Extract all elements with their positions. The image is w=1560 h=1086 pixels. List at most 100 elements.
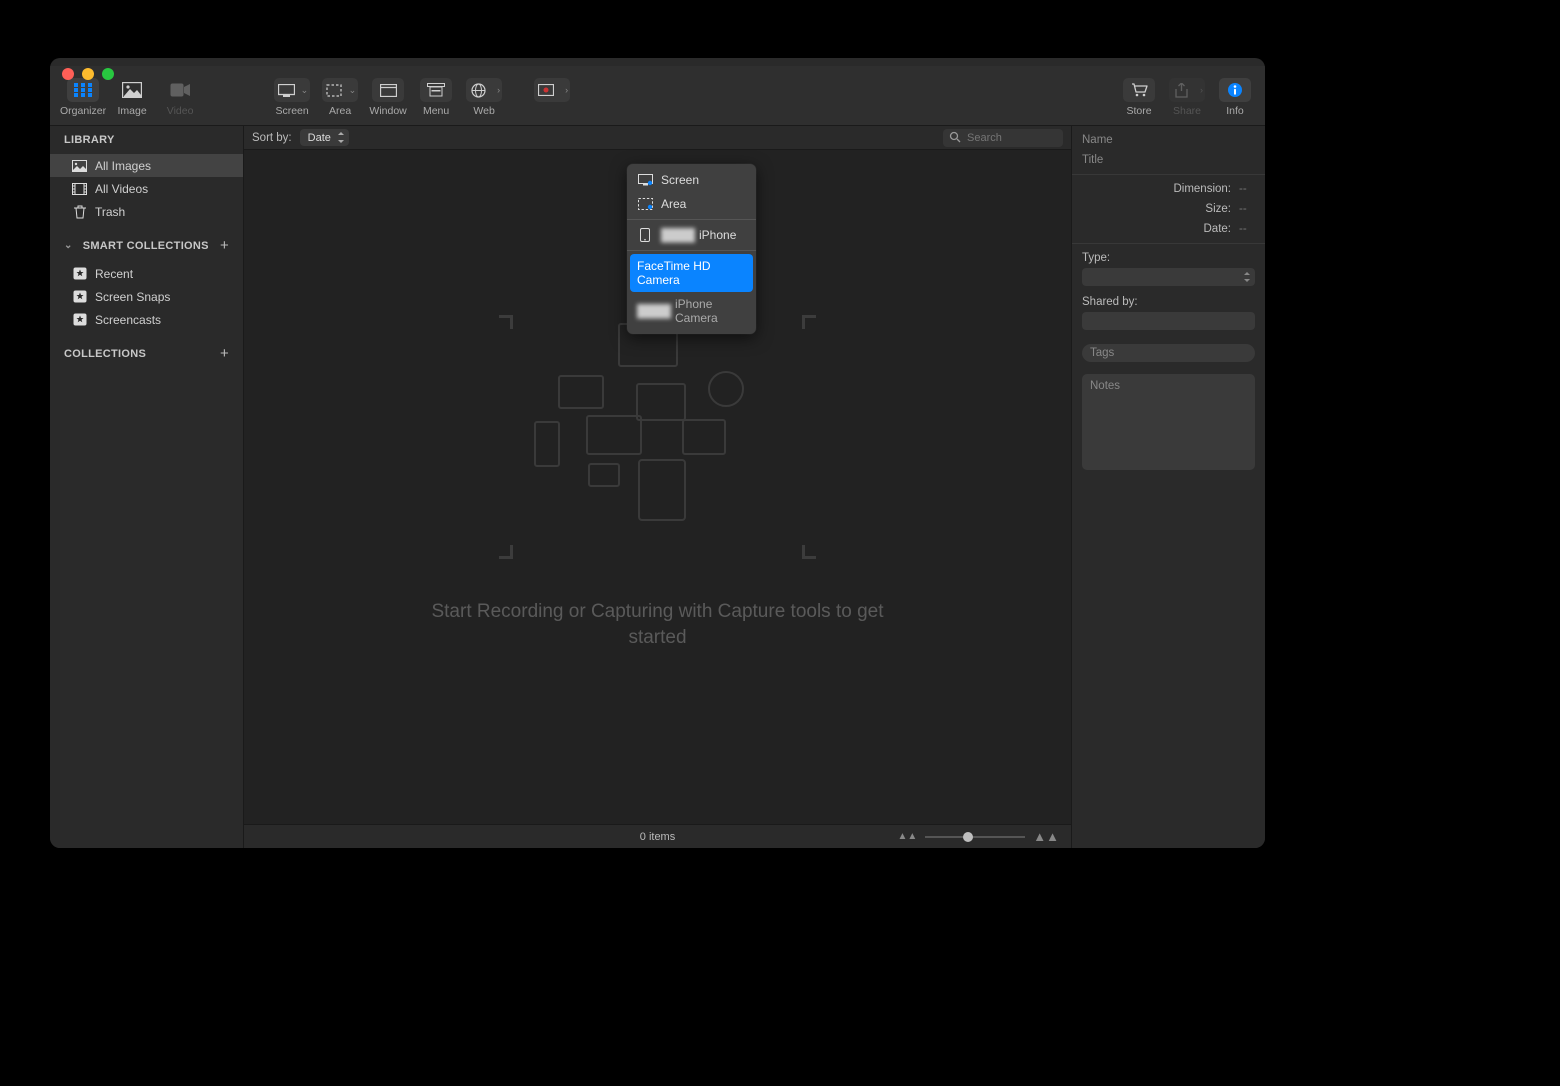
empty-illustration bbox=[528, 323, 788, 553]
smart-collections-header[interactable]: ⌄ SMART COLLECTIONS + bbox=[50, 229, 243, 262]
zoom-window-button[interactable] bbox=[102, 68, 114, 80]
trash-icon bbox=[72, 205, 87, 219]
star-icon bbox=[72, 313, 87, 327]
search-input[interactable] bbox=[943, 129, 1063, 147]
menu-item-label: FaceTime HD Camera bbox=[637, 259, 746, 287]
share-button: › bbox=[1169, 78, 1205, 102]
date-value: -- bbox=[1239, 223, 1255, 235]
menu-capture-label: Menu bbox=[423, 105, 449, 117]
sidebar-item-all-videos[interactable]: All Videos bbox=[50, 177, 243, 200]
menu-icon bbox=[427, 83, 445, 97]
star-icon bbox=[72, 290, 87, 304]
add-collection-button[interactable]: + bbox=[220, 345, 229, 362]
collections-label: COLLECTIONS bbox=[64, 348, 146, 360]
window-icon bbox=[380, 84, 397, 97]
screen-capture-button[interactable]: ⌄ bbox=[274, 78, 310, 102]
image-icon bbox=[122, 82, 142, 98]
empty-state-message: Start Recording or Capturing with Captur… bbox=[428, 599, 888, 650]
minimize-window-button[interactable] bbox=[82, 68, 94, 80]
sort-bar: Sort by: Date bbox=[244, 126, 1071, 150]
record-menu-popover: Screen Area ████ iPhone FaceTime HD Came… bbox=[627, 164, 756, 334]
image-mode-button[interactable] bbox=[116, 78, 148, 102]
web-capture-button[interactable]: › bbox=[466, 78, 502, 102]
name-label: Name bbox=[1082, 134, 1113, 146]
sidebar-item-label: All Videos bbox=[95, 182, 148, 196]
organizer-label: Organizer bbox=[60, 105, 106, 117]
sidebar-item-label: Recent bbox=[95, 267, 133, 281]
images-icon bbox=[72, 159, 87, 173]
cart-icon bbox=[1131, 83, 1148, 97]
zoom-track[interactable] bbox=[925, 836, 1025, 838]
chevron-right-icon: › bbox=[565, 85, 568, 95]
store-label: Store bbox=[1126, 105, 1151, 117]
notes-field[interactable]: Notes bbox=[1082, 374, 1255, 470]
shared-by-field[interactable] bbox=[1082, 312, 1255, 330]
sidebar-item-trash[interactable]: Trash bbox=[50, 200, 243, 223]
screen-icon bbox=[637, 173, 653, 187]
size-label: Size: bbox=[1165, 203, 1231, 215]
tags-field[interactable]: Tags bbox=[1082, 344, 1255, 362]
record-menu-device[interactable]: ████ iPhone bbox=[627, 223, 756, 247]
sidebar-item-screencasts[interactable]: Screencasts bbox=[50, 308, 243, 331]
info-label: Info bbox=[1226, 105, 1244, 117]
organizer-mode-button[interactable] bbox=[67, 78, 99, 102]
record-icon bbox=[538, 84, 554, 96]
sidebar: LIBRARY All Images All Videos Trash ⌄SMA… bbox=[50, 126, 244, 848]
shared-by-label: Shared by: bbox=[1082, 296, 1255, 308]
video-label: Video bbox=[167, 105, 194, 117]
zoom-slider[interactable]: ▲▲ ▲▲ bbox=[897, 829, 1059, 844]
traffic-lights bbox=[62, 68, 114, 80]
record-menu-screen[interactable]: Screen bbox=[627, 168, 756, 192]
screen-icon bbox=[278, 84, 295, 97]
record-menu-iphone-camera[interactable]: ████ iPhone Camera bbox=[627, 292, 756, 330]
type-label: Type: bbox=[1082, 252, 1255, 264]
smart-collections-label: SMART COLLECTIONS bbox=[83, 240, 209, 252]
sidebar-item-recent[interactable]: Recent bbox=[50, 262, 243, 285]
dimension-label: Dimension: bbox=[1165, 183, 1231, 195]
sidebar-item-all-images[interactable]: All Images bbox=[50, 154, 243, 177]
menu-item-label: Area bbox=[661, 197, 686, 211]
grid-icon bbox=[74, 83, 92, 97]
video-reel-icon bbox=[72, 182, 87, 196]
web-capture-label: Web bbox=[473, 105, 494, 117]
collections-header[interactable]: COLLECTIONS + bbox=[50, 337, 243, 370]
sidebar-item-screen-snaps[interactable]: Screen Snaps bbox=[50, 285, 243, 308]
star-icon bbox=[72, 267, 87, 281]
store-button[interactable] bbox=[1123, 78, 1155, 102]
video-mode-button bbox=[164, 78, 196, 102]
info-icon bbox=[1227, 82, 1243, 98]
screen-capture-label: Screen bbox=[275, 105, 308, 117]
sort-by-label: Sort by: bbox=[252, 132, 292, 144]
video-icon bbox=[170, 83, 190, 97]
status-bar: 0 items ▲▲ ▲▲ bbox=[244, 824, 1071, 848]
menu-item-label: iPhone Camera bbox=[675, 297, 746, 325]
web-icon bbox=[471, 83, 486, 98]
record-menu-facetime-camera[interactable]: FaceTime HD Camera bbox=[630, 254, 753, 292]
add-smart-collection-button[interactable]: + bbox=[220, 237, 229, 254]
record-button[interactable]: › bbox=[534, 78, 570, 102]
title-label: Title bbox=[1082, 154, 1103, 166]
area-icon bbox=[637, 197, 653, 211]
toolbar: Organizer Image bbox=[50, 66, 1265, 126]
sidebar-item-label: Screencasts bbox=[95, 313, 161, 327]
mountain-large-icon: ▲▲ bbox=[1033, 829, 1059, 844]
search-icon bbox=[949, 131, 961, 146]
close-window-button[interactable] bbox=[62, 68, 74, 80]
type-select[interactable] bbox=[1082, 268, 1255, 286]
mountain-small-icon: ▲▲ bbox=[897, 831, 917, 842]
sort-select[interactable]: Date bbox=[300, 129, 349, 146]
size-value: -- bbox=[1239, 203, 1255, 215]
sidebar-item-label: Trash bbox=[95, 205, 125, 219]
menu-item-label: iPhone bbox=[699, 228, 736, 242]
menu-capture-button[interactable] bbox=[420, 78, 452, 102]
date-label: Date: bbox=[1165, 223, 1231, 235]
info-button[interactable] bbox=[1219, 78, 1251, 102]
window-capture-button[interactable] bbox=[372, 78, 404, 102]
record-menu-area[interactable]: Area bbox=[627, 192, 756, 216]
chevron-down-icon: ⌄ bbox=[64, 240, 73, 251]
image-label: Image bbox=[118, 105, 147, 117]
chevron-right-icon: › bbox=[1200, 85, 1203, 95]
chevron-right-icon: › bbox=[497, 85, 500, 95]
area-capture-button[interactable]: ⌄ bbox=[322, 78, 358, 102]
chevron-down-icon: ⌄ bbox=[349, 85, 357, 96]
